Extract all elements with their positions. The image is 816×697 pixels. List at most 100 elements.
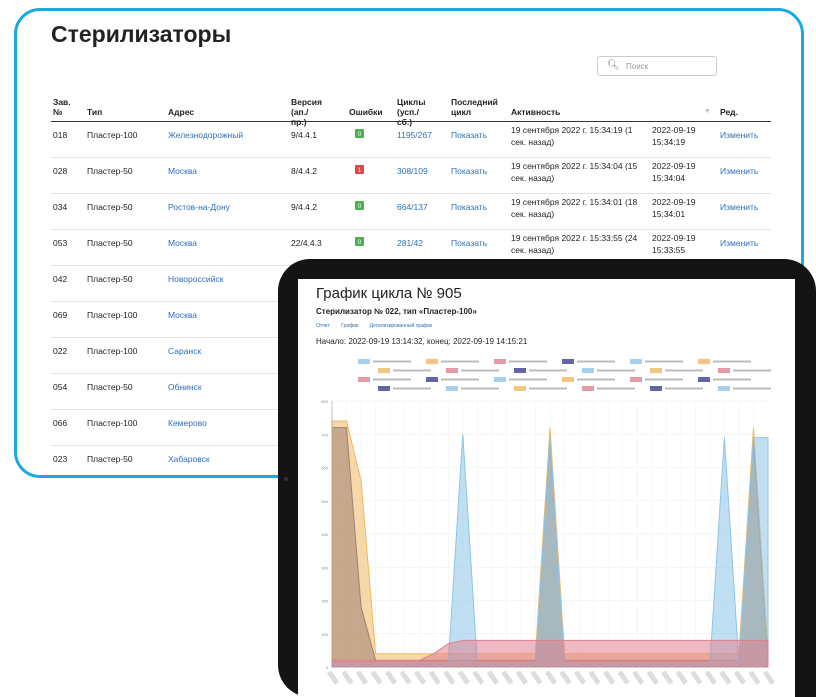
- edit-link[interactable]: Изменить: [720, 201, 758, 213]
- version: 9/4.4.2: [291, 202, 317, 212]
- legend-label: [665, 387, 703, 390]
- activity-time: 15:34:04: [652, 173, 686, 183]
- address-link[interactable]: Новороссийск: [168, 273, 223, 285]
- legend-swatch: [446, 386, 458, 391]
- error-badge: 0: [355, 237, 364, 246]
- device-type: Пластер-50: [87, 202, 133, 212]
- serial-number: 018: [53, 130, 68, 140]
- tab-detailed-chart[interactable]: Детализированный график: [370, 323, 433, 329]
- x-tick-label: [370, 670, 383, 685]
- x-tick-label: [414, 670, 427, 685]
- legend-swatch: [378, 368, 390, 373]
- address-link[interactable]: Хабаровск: [168, 453, 210, 465]
- x-tick-label: [501, 670, 514, 685]
- show-last-cycle-link[interactable]: Показать: [451, 201, 487, 213]
- sort-desc-icon[interactable]: ▼: [704, 107, 711, 117]
- page-title: Стерилизаторы: [51, 21, 232, 47]
- search-input[interactable]: 🔍︎ Поиск: [597, 56, 717, 76]
- x-tick-label: [428, 670, 441, 685]
- x-tick-label: [632, 670, 645, 685]
- address-link[interactable]: Москва: [168, 237, 197, 249]
- legend-label: [665, 369, 703, 372]
- legend-label: [509, 360, 547, 363]
- serial-number: 042: [53, 274, 68, 284]
- series-area-2: [331, 434, 769, 668]
- edit-link[interactable]: Изменить: [720, 129, 758, 141]
- cycle-chart: 0 100 200 300 400 500 600 700 800: [321, 359, 776, 685]
- legend-label: [577, 360, 615, 363]
- cycles-link[interactable]: 664/137: [397, 201, 428, 213]
- y-tick-label: 800: [321, 399, 328, 404]
- legend-swatch: [426, 359, 438, 364]
- device-type: Пластер-50: [87, 274, 133, 284]
- legend-label: [441, 378, 479, 381]
- edit-link[interactable]: Изменить: [720, 165, 758, 177]
- x-tick-label: [690, 670, 703, 685]
- activity-time: 15:34:19: [652, 137, 686, 147]
- device-type: Пластер-100: [87, 418, 138, 428]
- x-tick-label: [617, 670, 630, 685]
- legend-label: [645, 360, 683, 363]
- address-link[interactable]: Обнинск: [168, 381, 202, 393]
- legend-label: [645, 378, 683, 381]
- legend-swatch: [358, 359, 370, 364]
- tablet-screen: График цикла № 905 Стерилизатор № 022, т…: [298, 279, 795, 697]
- x-tick-label: [515, 670, 528, 685]
- show-last-cycle-link[interactable]: Показать: [451, 165, 487, 177]
- serial-number: 028: [53, 166, 68, 176]
- x-tick-label: [646, 670, 659, 685]
- search-icon: 🔍︎: [607, 60, 620, 71]
- address-link[interactable]: Москва: [168, 165, 197, 177]
- edit-link[interactable]: Изменить: [720, 237, 758, 249]
- col-errors[interactable]: Ошибки: [349, 107, 383, 117]
- activity-line2: сек. назад): [511, 137, 555, 147]
- serial-number: 023: [53, 454, 68, 464]
- legend-swatch: [446, 368, 458, 373]
- legend-label: [441, 360, 479, 363]
- legend-label: [597, 387, 635, 390]
- cycles-link[interactable]: 281/42: [397, 237, 423, 249]
- cycles-link[interactable]: 308/109: [397, 165, 428, 177]
- device-type: Пластер-50: [87, 382, 133, 392]
- legend-label: [713, 378, 751, 381]
- x-tick-label: [559, 670, 572, 685]
- col-address[interactable]: Адрес: [168, 107, 194, 117]
- legend-label: [529, 387, 567, 390]
- version: 8/4.4.2: [291, 166, 317, 176]
- y-tick-label: 700: [321, 432, 328, 437]
- activity-date: 2022-09-19: [652, 161, 696, 171]
- activity-date: 2022-09-19: [652, 197, 696, 207]
- show-last-cycle-link[interactable]: Показать: [451, 237, 487, 249]
- y-tick-label: 500: [321, 499, 328, 504]
- col-edit[interactable]: Ред.: [720, 107, 738, 117]
- x-tick-label: [544, 670, 558, 685]
- legend-label: [529, 369, 567, 372]
- camera-dot: [284, 477, 288, 481]
- x-tick-label: [603, 670, 616, 685]
- cycles-link[interactable]: 1195/267: [397, 129, 432, 141]
- legend-swatch: [514, 386, 526, 391]
- x-tick-label: [385, 670, 398, 685]
- address-link[interactable]: Саранск: [168, 345, 201, 357]
- tab-chart[interactable]: График: [341, 323, 358, 329]
- activity-line2: сек. назад): [511, 245, 555, 255]
- activity-line1: 19 сентября 2022 г. 15:34:19 (1: [511, 125, 633, 135]
- cycle-chart-title: График цикла № 905: [316, 285, 462, 302]
- device-type: Пластер-50: [87, 238, 133, 248]
- serial-number: 022: [53, 346, 68, 356]
- x-tick-label: [675, 670, 688, 685]
- col-type[interactable]: Тип: [87, 107, 102, 117]
- y-tick-label: 300: [321, 565, 328, 570]
- address-link[interactable]: Москва: [168, 309, 197, 321]
- address-link[interactable]: Железнодорожный: [168, 129, 243, 141]
- y-tick-label: 100: [321, 632, 328, 637]
- activity-line2: сек. назад): [511, 173, 555, 183]
- address-link[interactable]: Кемерово: [168, 417, 207, 429]
- legend-label: [393, 387, 431, 390]
- x-tick-label: [704, 670, 717, 685]
- tab-report[interactable]: Отчет: [316, 323, 330, 329]
- show-last-cycle-link[interactable]: Показать: [451, 129, 487, 141]
- device-type: Пластер-100: [87, 346, 138, 356]
- address-link[interactable]: Ростов-на-Дону: [168, 201, 230, 213]
- col-activity[interactable]: Активность: [511, 107, 560, 117]
